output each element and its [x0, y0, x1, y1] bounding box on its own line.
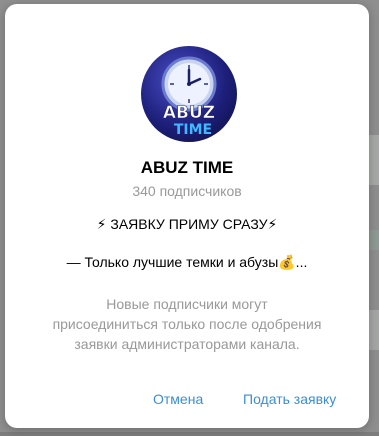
- notice-line: заявки администраторами канала.: [74, 336, 300, 352]
- clock-icon: ABUZ TIME: [161, 56, 217, 138]
- channel-title: ABUZ TIME: [140, 158, 234, 177]
- notice-line: Новые подписчики могут: [106, 296, 268, 312]
- channel-avatar: ABUZ TIME: [141, 46, 237, 142]
- notice-line: присоединиться только после одобрения: [52, 316, 322, 332]
- background-bottom: [0, 432, 379, 436]
- request-to-join-button[interactable]: Подать заявку: [243, 391, 336, 407]
- avatar-text-bottom: TIME: [174, 122, 212, 138]
- subscriber-count: 340 подписчиков: [132, 183, 242, 199]
- cancel-button[interactable]: Отмена: [153, 391, 203, 407]
- channel-description-line: ⚡ ЗАЯВКУ ПРИМУ СРАЗУ⚡: [96, 216, 278, 232]
- avatar-text-top: ABUZ: [163, 103, 215, 123]
- join-request-dialog: ABUZ TIME ABUZ TIME 340 подписчиков ⚡ ЗА…: [5, 4, 369, 428]
- channel-description-line: — Только лучшие темки и абузы💰...: [66, 254, 308, 270]
- approval-notice: Новые подписчики могут присоединиться то…: [35, 294, 339, 354]
